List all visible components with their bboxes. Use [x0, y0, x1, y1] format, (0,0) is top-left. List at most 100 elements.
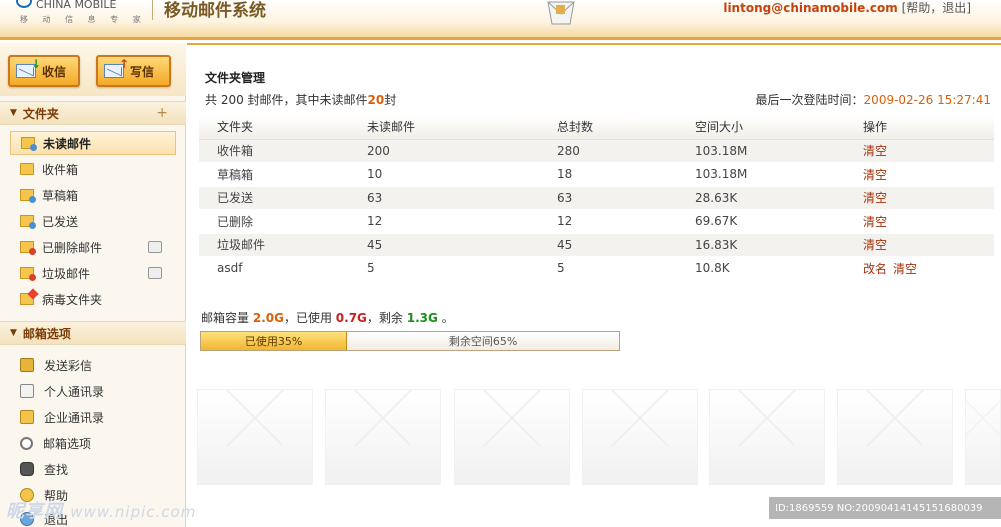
cell-total: 5 [539, 256, 677, 281]
col-folder: 文件夹 [199, 115, 349, 140]
table-row: 收件箱 200 280 103.18M 清空 [199, 139, 994, 163]
envelope-decoration-icon [197, 389, 313, 485]
quota-used-segment: 已使用35% [201, 332, 348, 350]
cell-total: 280 [539, 139, 677, 163]
write-mail-button[interactable]: ↑ 写信 [96, 55, 171, 87]
last-login-time: 2009-02-26 15:27:41 [863, 93, 991, 107]
table-row: 草稿箱 10 18 103.18M 清空 [199, 162, 994, 187]
sidebar-item-virus[interactable]: 病毒文件夹 [10, 287, 176, 311]
folders-section-header[interactable]: ▼ 文件夹 + [0, 101, 186, 125]
row-action-1[interactable]: 清空 [863, 168, 887, 182]
table-header-row: 文件夹 未读邮件 总封数 空间大小 操作 [199, 115, 994, 140]
china-mobile-logo: CHINA MOBILE 移 动 信 息 专 家 [8, 0, 148, 24]
logout-link[interactable]: 退出 [942, 1, 966, 15]
header-divider [152, 0, 153, 20]
row-action-1[interactable]: 清空 [863, 238, 887, 252]
compose-bar: ↓ 收信 ↑ 写信 [0, 43, 186, 96]
row-action-1[interactable]: 清空 [863, 215, 887, 229]
cell-actions: 清空 [845, 139, 994, 163]
cell-actions: 清空 [845, 233, 994, 257]
row-action-1[interactable]: 清空 [863, 191, 887, 205]
table-row: 已删除 12 12 69.67K 清空 [199, 209, 994, 234]
cell-total: 12 [539, 209, 677, 234]
cell-size: 16.83K [677, 233, 845, 257]
quota-progress-bar: 已使用35% 剩余空间65% [200, 331, 620, 351]
sidebar-item-unread[interactable]: 未读邮件 [10, 131, 176, 155]
quota-free-segment: 剩余空间65% [347, 332, 619, 350]
add-folder-button[interactable]: + [156, 105, 168, 121]
sidebar-item-drafts[interactable]: 草稿箱 [10, 183, 176, 207]
cell-folder-name: 草稿箱 [199, 162, 349, 187]
caret-down-icon: ▼ [10, 328, 17, 338]
cell-unread: 200 [349, 139, 539, 163]
sidebar-item-mailbox-options[interactable]: 邮箱选项 [10, 431, 176, 455]
logo-text-cn: 移 动 信 息 专 家 [20, 15, 147, 24]
row-action-1[interactable]: 清空 [863, 144, 887, 158]
cell-unread: 63 [349, 186, 539, 210]
col-unread: 未读邮件 [349, 115, 539, 140]
sidebar-item-enterprise-contacts[interactable]: 企业通讯录 [10, 405, 176, 429]
quota-text: 邮箱容量 2.0G，已使用 0.7G，剩余 1.3G 。 [201, 311, 454, 325]
envelope-decoration-icon [965, 389, 1001, 485]
mms-icon [20, 358, 34, 372]
last-login: 最后一次登陆时间：2009-02-26 15:27:41 [755, 93, 991, 107]
cell-folder-name: 收件箱 [199, 139, 349, 163]
spam-folder-icon [20, 267, 36, 281]
inbox-folder-icon [20, 163, 34, 175]
row-action-2[interactable]: 清空 [893, 262, 917, 276]
main-header: 文件夹管理 共 200 封邮件，其中未读邮件20封 最后一次登陆时间：2009-… [187, 43, 1001, 115]
cell-unread: 10 [349, 162, 539, 187]
table-row: asdf 5 5 10.8K 改名 清空 [199, 256, 994, 281]
cell-unread: 5 [349, 256, 539, 281]
write-envelope-icon: ↑ [104, 57, 129, 78]
envelope-decoration-icon [709, 389, 825, 485]
sidebar-item-deleted[interactable]: 已删除邮件 [10, 235, 176, 259]
caret-down-icon: ▼ [10, 108, 17, 118]
col-size: 空间大小 [677, 115, 845, 140]
folders-table: 文件夹 未读邮件 总封数 空间大小 操作 收件箱 200 280 103.18M 清空草… [199, 115, 994, 281]
help-link[interactable]: 帮助 [906, 1, 930, 15]
envelope-decoration-icon [582, 389, 698, 485]
empty-spam-icon[interactable] [148, 267, 162, 279]
cell-total: 45 [539, 233, 677, 257]
envelope-decoration-icon [547, 1, 575, 25]
row-action-1[interactable]: 改名 [863, 262, 887, 276]
quota-used: 0.7G [335, 311, 367, 325]
cell-folder-name: 垃圾邮件 [199, 233, 349, 257]
logo-swirl-icon [16, 0, 32, 8]
cell-total: 63 [539, 186, 677, 210]
cell-actions: 清空 [845, 209, 994, 234]
cell-actions: 改名 清空 [845, 256, 994, 281]
envelope-decoration-icon [325, 389, 441, 485]
watermark: 昵享网 www.nipic.com [6, 501, 197, 522]
cell-size: 69.67K [677, 209, 845, 234]
deleted-folder-icon [20, 241, 36, 255]
cell-total: 18 [539, 162, 677, 187]
cell-folder-name: 已发送 [199, 186, 349, 210]
options-section-header[interactable]: ▼ 邮箱选项 [0, 321, 186, 345]
cell-unread: 45 [349, 233, 539, 257]
sidebar-item-inbox[interactable]: 收件箱 [10, 157, 176, 181]
quota-left: 1.3G [406, 311, 438, 325]
sidebar-item-send-mms[interactable]: 发送彩信 [10, 353, 176, 377]
col-actions: 操作 [845, 115, 994, 140]
sidebar-item-personal-contacts[interactable]: 个人通讯录 [10, 379, 176, 403]
empty-trash-icon[interactable] [148, 241, 162, 253]
user-info: lintong@chinamobile.com [帮助，退出] [723, 1, 971, 15]
binoculars-icon [20, 462, 34, 476]
user-email: lintong@chinamobile.com [723, 1, 898, 15]
system-title: 移动邮件系统 [164, 1, 266, 21]
page-title: 文件夹管理 [205, 71, 266, 85]
sidebar-item-sent[interactable]: 已发送 [10, 209, 176, 233]
app-header: CHINA MOBILE 移 动 信 息 专 家 移动邮件系统 lintong@… [0, 0, 1001, 40]
cell-size: 103.18M [677, 162, 845, 187]
sidebar-item-spam[interactable]: 垃圾邮件 [10, 261, 176, 285]
image-id-label: ID:1869559 NO:20090414145151680039 [769, 497, 1001, 519]
sent-folder-icon [20, 215, 36, 229]
sidebar-item-search[interactable]: 查找 [10, 457, 176, 481]
col-total: 总封数 [539, 115, 677, 140]
receive-mail-button[interactable]: ↓ 收信 [8, 55, 80, 87]
table-row: 垃圾邮件 45 45 16.83K 清空 [199, 233, 994, 257]
cell-folder-name: asdf [199, 256, 349, 281]
main-content: 文件夹管理 共 200 封邮件，其中未读邮件20封 最后一次登陆时间：2009-… [187, 43, 1001, 527]
